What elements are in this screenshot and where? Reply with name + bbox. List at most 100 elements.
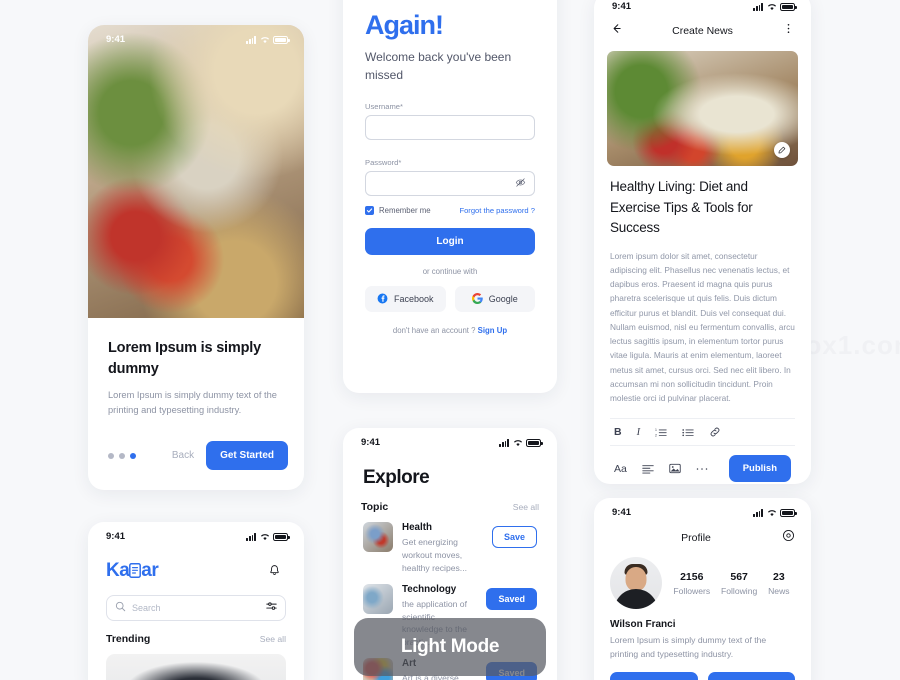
- news-cover-image[interactable]: [607, 51, 798, 166]
- avatar[interactable]: [610, 557, 662, 609]
- link-icon[interactable]: [709, 426, 721, 438]
- gear-icon[interactable]: [782, 529, 795, 547]
- publish-button[interactable]: Publish: [728, 455, 791, 483]
- pagination-dots[interactable]: [108, 452, 136, 459]
- logo-text-before: Ka: [106, 559, 130, 581]
- stat-followers[interactable]: 2156 Followers: [673, 571, 710, 596]
- profile-bio: Lorem Ipsum is simply dummy text of the …: [610, 635, 767, 659]
- trending-section-header: Trending See all: [88, 621, 304, 645]
- login-welcome-text: Welcome back you've been missed: [365, 50, 512, 82]
- stat-value: 567: [730, 570, 748, 583]
- cellular-signal-icon: [753, 509, 763, 517]
- search-icon: [115, 599, 126, 617]
- topic-name: Technology: [402, 583, 457, 595]
- bell-icon[interactable]: [263, 559, 286, 582]
- onboarding-title: Lorem Ipsum is simply dummy: [108, 340, 261, 378]
- trending-image[interactable]: [106, 654, 286, 680]
- onboarding-screen: 9:41 Lorem Ipsum is simply dummy Lorem I…: [88, 25, 304, 490]
- google-login-button[interactable]: Google: [454, 286, 535, 312]
- svg-text:1: 1: [655, 428, 657, 432]
- profile-stats-row: 2156 Followers 567 Following 23 News: [594, 547, 811, 609]
- battery-icon: [526, 438, 543, 447]
- create-news-header: Create News: [594, 15, 811, 40]
- status-icons: [753, 2, 797, 11]
- filter-sliders-icon[interactable]: [266, 599, 277, 617]
- page-title: Profile: [681, 532, 711, 544]
- facebook-login-button[interactable]: Facebook: [365, 286, 446, 312]
- search-input[interactable]: Search: [106, 595, 286, 621]
- google-icon: [471, 292, 483, 306]
- stat-value: 2156: [680, 570, 704, 583]
- more-horizontal-icon[interactable]: [696, 466, 708, 472]
- unordered-list-icon[interactable]: [682, 427, 694, 438]
- website-button[interactable]: Website: [707, 671, 795, 680]
- trending-see-all[interactable]: See all: [260, 634, 286, 644]
- wifi-icon: [260, 533, 270, 541]
- status-time: 9:41: [106, 34, 126, 45]
- profile-actions: Edit profile Website: [594, 662, 811, 680]
- stat-label: Following: [720, 585, 758, 596]
- facebook-icon: [377, 293, 388, 306]
- align-left-icon[interactable]: [642, 464, 654, 474]
- pagination-dot-active[interactable]: [130, 452, 136, 459]
- cellular-signal-icon: [246, 36, 256, 44]
- text-format-icon[interactable]: Aa: [614, 463, 627, 475]
- topic-see-all[interactable]: See all: [513, 502, 539, 512]
- stat-news[interactable]: 23 News: [768, 571, 790, 596]
- password-field[interactable]: [365, 171, 535, 196]
- light-mode-overlay: Light Mode: [354, 618, 546, 676]
- bold-icon[interactable]: B: [614, 426, 622, 438]
- login-content: Again! Welcome back you've been missed U…: [343, 0, 557, 335]
- svg-text:2: 2: [655, 434, 657, 438]
- forgot-password-link[interactable]: Forgot the password ?: [459, 206, 535, 215]
- eye-off-icon[interactable]: [515, 175, 526, 193]
- or-continue-label: or continue with: [422, 267, 478, 276]
- remember-me-label: Remember me: [379, 206, 431, 215]
- remember-me-checkbox[interactable]: Remember me: [365, 206, 431, 215]
- italic-icon[interactable]: I: [637, 427, 641, 438]
- edit-profile-button[interactable]: Edit profile: [610, 671, 698, 680]
- onboarding-subtitle: Lorem Ipsum is simply dummy text of the …: [108, 390, 277, 416]
- wifi-icon: [260, 36, 270, 44]
- social-login-row: Facebook Google: [365, 286, 535, 312]
- home-screen: 9:41 Ka ar Search Trending See all: [88, 522, 304, 680]
- onboarding-text-block: Lorem Ipsum is simply dummy Lorem Ipsum …: [88, 318, 304, 418]
- stat-label: News: [768, 585, 790, 596]
- onboarding-actions: Back Get Started: [172, 441, 288, 470]
- more-vertical-icon[interactable]: [782, 22, 795, 40]
- topic-thumbnail: [363, 583, 393, 614]
- status-bar: 9:41: [88, 522, 304, 545]
- signup-link[interactable]: Sign Up: [478, 326, 507, 335]
- stat-value: 23: [772, 570, 785, 583]
- status-bar: 9:41: [594, 498, 811, 521]
- back-button[interactable]: Back: [172, 450, 194, 461]
- checkbox-checked-icon[interactable]: [365, 206, 374, 215]
- pagination-dot[interactable]: [108, 452, 114, 459]
- news-headline[interactable]: Healthy Living: Diet and Exercise Tips &…: [594, 166, 811, 239]
- ordered-list-icon[interactable]: 12: [655, 427, 667, 438]
- avatar-face: [625, 567, 647, 591]
- signup-prompt-row: don't have an account ? Sign Up: [365, 326, 535, 335]
- username-field[interactable]: [365, 115, 535, 140]
- image-icon[interactable]: [669, 463, 681, 474]
- explore-title: Explore: [363, 467, 430, 488]
- profile-name: Wilson Franci: [610, 619, 676, 630]
- status-icons: [246, 35, 290, 44]
- stat-following[interactable]: 567 Following: [721, 571, 757, 596]
- cellular-signal-icon: [499, 439, 509, 447]
- status-bar: 9:41: [343, 428, 557, 451]
- news-body-text[interactable]: Lorem ipsum dolor sit amet, consectetur …: [594, 239, 811, 406]
- saved-button[interactable]: Saved: [486, 587, 537, 610]
- list-item[interactable]: Health Get energizing workout moves, hea…: [343, 513, 557, 575]
- login-button[interactable]: Login: [365, 228, 535, 255]
- editor-toolbar-primary: B I 12: [610, 418, 795, 447]
- save-button[interactable]: Save: [491, 526, 537, 548]
- edit-pencil-icon[interactable]: [774, 142, 790, 158]
- battery-icon: [273, 532, 290, 541]
- get-started-button[interactable]: Get Started: [206, 441, 288, 470]
- logo-text-after: ar: [141, 559, 159, 581]
- app-logo: Ka ar: [106, 559, 159, 582]
- pagination-dot[interactable]: [119, 452, 125, 459]
- arrow-left-icon[interactable]: [610, 22, 623, 40]
- signup-prompt: don't have an account ?: [392, 326, 476, 335]
